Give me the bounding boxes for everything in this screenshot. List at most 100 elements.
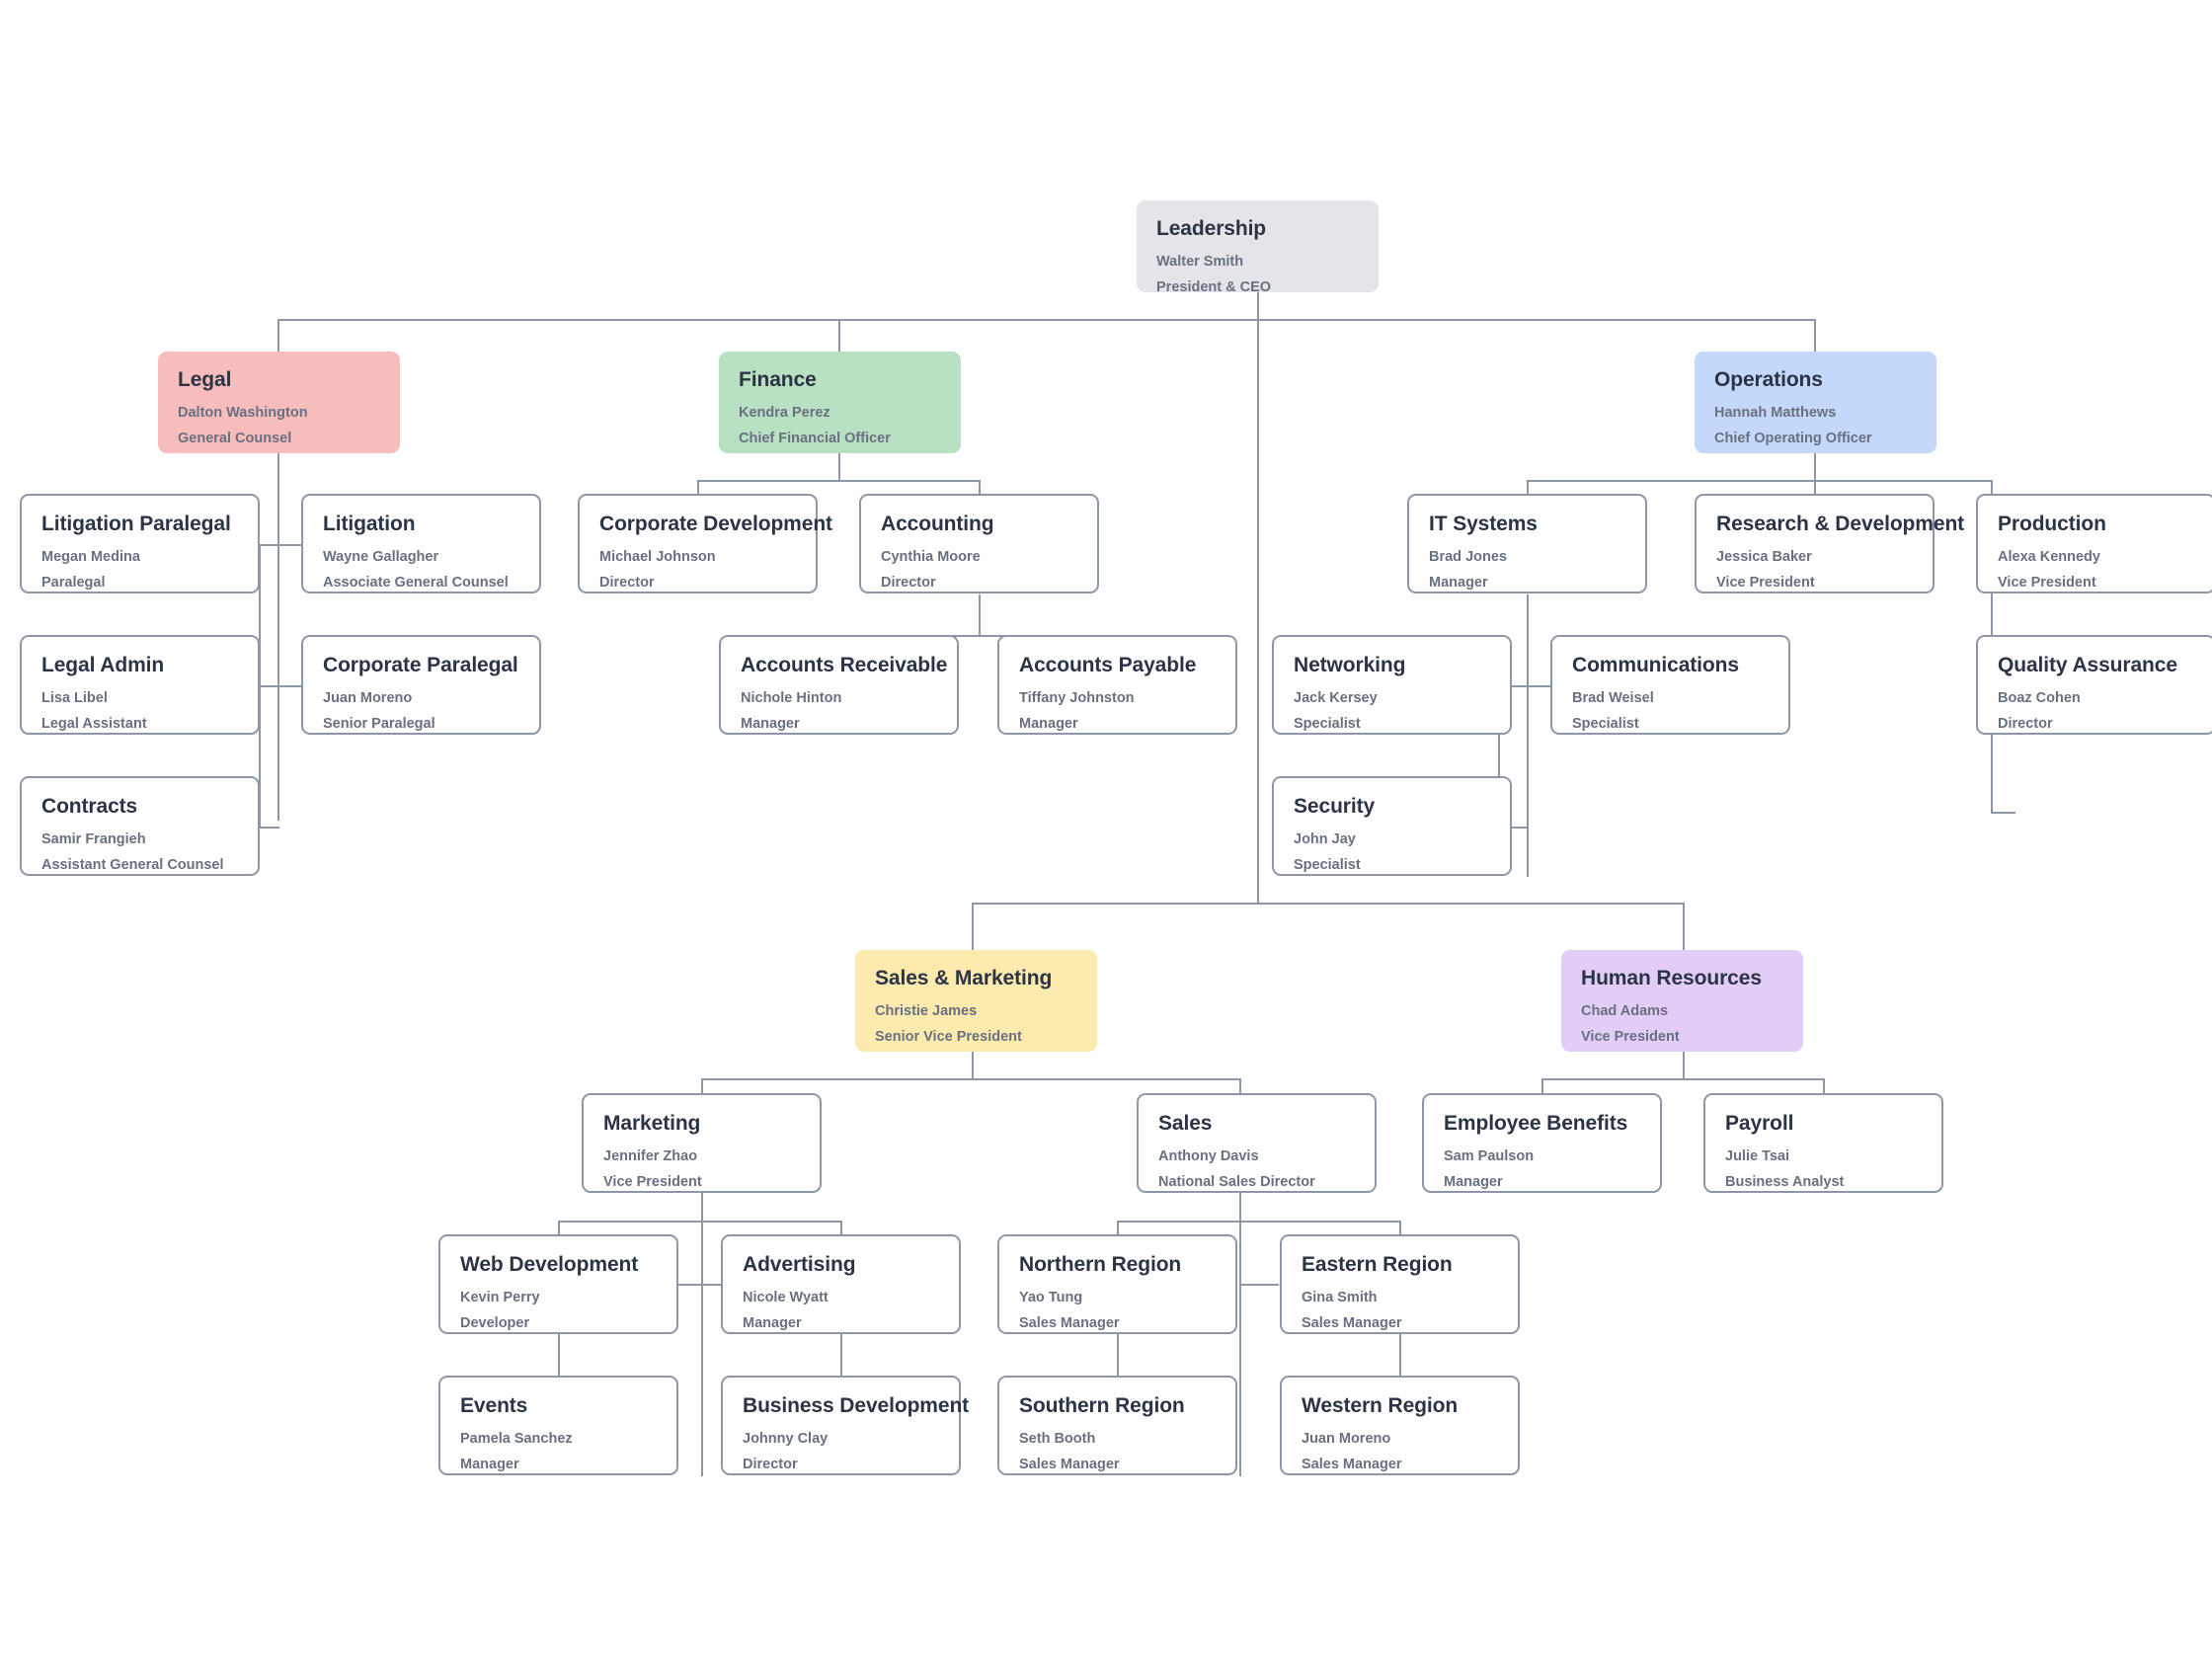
node-networking[interactable]: Networking Jack Kersey Specialist (1272, 635, 1512, 735)
node-title: Communications (1572, 654, 1739, 676)
connector-finance-trunk (838, 453, 840, 481)
node-security[interactable]: Security John Jay Specialist (1272, 776, 1512, 876)
connector-legal-to-legal-admin-h (259, 685, 279, 687)
connector-sales-to-eastern (1239, 1284, 1279, 1286)
node-litigation-paralegal[interactable]: Litigation Paralegal Megan Medina Parale… (20, 494, 260, 593)
node-sales-marketing[interactable]: Sales & Marketing Christie James Senior … (855, 950, 1097, 1052)
node-person: Walter Smith (1156, 254, 1244, 271)
node-role: President & CEO (1156, 278, 1272, 295)
node-accounts-receivable[interactable]: Accounts Receivable Nichole Hinton Manag… (719, 635, 959, 735)
node-role: Director (743, 1456, 798, 1472)
node-title: Accounts Payable (1019, 654, 1197, 676)
node-title: Accounting (881, 513, 994, 535)
node-title: Advertising (743, 1253, 856, 1276)
connector-legal-trunk (277, 453, 279, 821)
node-finance[interactable]: Finance Kendra Perez Chief Financial Off… (719, 352, 961, 453)
node-contracts[interactable]: Contracts Samir Frangieh Assistant Gener… (20, 776, 260, 876)
node-role: Director (599, 574, 655, 591)
node-role: Manager (1444, 1173, 1503, 1190)
node-corporate-development[interactable]: Corporate Development Michael Johnson Di… (578, 494, 832, 593)
connector-sales-marketing-trunk (972, 1052, 974, 1079)
node-business-development[interactable]: Business Development Johnny Clay Directo… (721, 1376, 970, 1475)
node-events[interactable]: Events Pamela Sanchez Manager (438, 1376, 678, 1475)
node-person: Lisa Libel (41, 690, 108, 707)
connector-finance-bus (697, 480, 981, 482)
node-role: Business Analyst (1725, 1173, 1845, 1190)
node-accounts-payable[interactable]: Accounts Payable Tiffany Johnston Manage… (997, 635, 1237, 735)
connector-legal-to-contracts (259, 827, 279, 829)
node-title: Finance (739, 368, 817, 391)
node-title: Litigation (323, 513, 416, 535)
connector-drop-operations (1814, 319, 1816, 352)
node-eastern-region[interactable]: Eastern Region Gina Smith Sales Manager (1280, 1234, 1520, 1334)
node-person: Seth Booth (1019, 1431, 1096, 1448)
connector-it-systems-trunk (1527, 594, 1529, 877)
node-person: Kendra Perez (739, 405, 830, 422)
node-role: Director (881, 574, 936, 591)
node-northern-region[interactable]: Northern Region Yao Tung Sales Manager (997, 1234, 1237, 1334)
connector-human-resources-trunk (1683, 1052, 1685, 1079)
node-person: Julie Tsai (1725, 1148, 1790, 1165)
node-title: Networking (1294, 654, 1406, 676)
connector-marketing-to-advertising (701, 1284, 723, 1286)
node-title: Employee Benefits (1444, 1112, 1628, 1135)
node-payroll[interactable]: Payroll Julie Tsai Business Analyst (1703, 1093, 1943, 1193)
node-southern-region[interactable]: Southern Region Seth Booth Sales Manager (997, 1376, 1237, 1475)
node-sales[interactable]: Sales Anthony Davis National Sales Direc… (1137, 1093, 1377, 1193)
connector-drop-human-resources (1683, 903, 1685, 954)
node-title: Corporate Development (599, 513, 832, 535)
node-leadership[interactable]: Leadership Walter Smith President & CEO (1137, 200, 1379, 295)
node-role: Manager (743, 1314, 802, 1331)
node-it-systems[interactable]: IT Systems Brad Jones Manager (1407, 494, 1647, 593)
node-western-region[interactable]: Western Region Juan Moreno Sales Manager (1280, 1376, 1520, 1475)
node-title: Business Development (743, 1394, 970, 1417)
node-role: Vice President (1998, 574, 2096, 591)
node-legal[interactable]: Legal Dalton Washington General Counsel (158, 352, 400, 453)
node-person: Jack Kersey (1294, 690, 1378, 707)
connector-sales-marketing-bus (701, 1078, 1241, 1080)
node-role: Specialist (1572, 715, 1639, 732)
node-title: Sales & Marketing (875, 967, 1053, 989)
connector-legal-to-corporate-paralegal (277, 685, 302, 687)
node-title: Corporate Paralegal (323, 654, 518, 676)
node-corporate-paralegal[interactable]: Corporate Paralegal Juan Moreno Senior P… (301, 635, 541, 735)
node-advertising[interactable]: Advertising Nicole Wyatt Manager (721, 1234, 961, 1334)
node-person: Dalton Washington (178, 405, 308, 422)
connector-legal-to-litigation (277, 544, 302, 546)
connector-operations-trunk (1814, 453, 1816, 481)
connector-sales-upper-bus (1117, 1221, 1401, 1223)
node-person: Brad Jones (1429, 549, 1507, 566)
node-role: Sales Manager (1302, 1314, 1402, 1331)
node-production[interactable]: Production Alexa Kennedy Vice President (1976, 494, 2212, 593)
node-title: Human Resources (1581, 967, 1762, 989)
node-human-resources[interactable]: Human Resources Chad Adams Vice Presiden… (1561, 950, 1803, 1052)
node-person: Anthony Davis (1158, 1148, 1259, 1165)
node-role: Manager (1019, 715, 1078, 732)
node-person: Alexa Kennedy (1998, 549, 2100, 566)
connector-drop-sales-marketing (972, 903, 974, 954)
node-legal-admin[interactable]: Legal Admin Lisa Libel Legal Assistant (20, 635, 260, 735)
node-research-development[interactable]: Research & Development Jessica Baker Vic… (1695, 494, 1965, 593)
node-title: Eastern Region (1302, 1253, 1453, 1276)
org-chart-canvas: Leadership Walter Smith President & CEO … (0, 0, 2212, 1659)
node-marketing[interactable]: Marketing Jennifer Zhao Vice President (582, 1093, 822, 1193)
node-operations[interactable]: Operations Hannah Matthews Chief Operati… (1695, 352, 1936, 453)
node-person: Kevin Perry (460, 1290, 540, 1306)
node-quality-assurance[interactable]: Quality Assurance Boaz Cohen Director (1976, 635, 2212, 735)
node-person: Boaz Cohen (1998, 690, 2081, 707)
node-web-development[interactable]: Web Development Kevin Perry Developer (438, 1234, 678, 1334)
node-person: Wayne Gallagher (323, 549, 439, 566)
node-title: Production (1998, 513, 2106, 535)
connector-sales-trunk (1239, 1193, 1241, 1476)
node-title: Research & Development (1716, 513, 1965, 535)
node-title: Quality Assurance (1998, 654, 2177, 676)
node-accounting[interactable]: Accounting Cynthia Moore Director (859, 494, 1099, 593)
node-person: John Jay (1294, 831, 1356, 848)
node-litigation[interactable]: Litigation Wayne Gallagher Associate Gen… (301, 494, 541, 593)
node-title: Legal (178, 368, 232, 391)
node-title: IT Systems (1429, 513, 1538, 535)
node-employee-benefits[interactable]: Employee Benefits Sam Paulson Manager (1422, 1093, 1662, 1193)
node-person: Johnny Clay (743, 1431, 829, 1448)
node-role: Legal Assistant (41, 715, 147, 732)
node-communications[interactable]: Communications Brad Weisel Specialist (1550, 635, 1790, 735)
